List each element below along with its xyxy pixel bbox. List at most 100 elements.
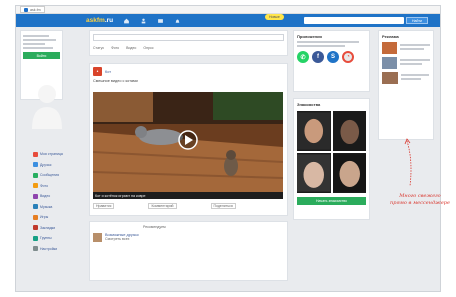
facebook-icon[interactable]: f	[312, 51, 324, 63]
notifications-icon[interactable]	[174, 18, 181, 24]
menu-item-label: Игры	[40, 215, 49, 220]
menu-item-icon	[33, 225, 38, 231]
site-favicon-icon	[24, 7, 28, 12]
menu-item-icon	[33, 246, 38, 252]
share-button[interactable]: Поделиться	[210, 203, 236, 209]
start-dating-button[interactable]: Начать знакомство	[297, 197, 366, 205]
right-column-main: Приложения ✆ f S ◔ Знакомства Начать зна…	[293, 30, 370, 220]
text-line	[23, 39, 57, 41]
brand-accent: fm	[96, 17, 105, 24]
left-menu-item[interactable]: Моя страница	[33, 149, 73, 160]
brand-suffix: .ru	[104, 17, 114, 24]
menu-item-label: Друзья	[40, 162, 52, 167]
apps-panel: Приложения ✆ f S ◔	[293, 30, 370, 92]
browser-tab-label: ask.fm	[30, 7, 41, 12]
text-line	[23, 47, 53, 49]
text-line	[23, 35, 49, 37]
composer-tab[interactable]: Фото	[111, 46, 119, 50]
faces-grid	[297, 111, 366, 193]
suggestion-item[interactable]: Возможные друзья Смотреть всех	[93, 233, 284, 242]
menu-item-label: Группы	[40, 236, 52, 241]
text-line	[23, 43, 46, 45]
menu-item-label: Сообщения	[40, 173, 59, 178]
menu-item-label: Музыка	[40, 204, 53, 209]
ad-image	[382, 42, 397, 54]
faces-panel-title: Знакомства	[297, 102, 321, 107]
join-button[interactable]: Войти	[23, 52, 60, 59]
menu-item-label: Закладки	[40, 225, 56, 230]
messages-icon[interactable]	[157, 18, 164, 24]
status-input[interactable]	[93, 34, 284, 41]
skype-icon[interactable]: S	[327, 51, 339, 63]
new-notifications-badge[interactable]: Новые	[265, 14, 284, 20]
brand-logo[interactable]: askfm.ru	[86, 17, 113, 24]
suggestion-avatar	[93, 233, 102, 242]
left-menu-item[interactable]: Видео	[33, 191, 73, 202]
menu-item-icon	[33, 183, 38, 189]
video-caption: Кот и котёнок играют на ковре	[93, 192, 283, 199]
friend-suggestions: Рекомендуем Возможные друзья Смотреть вс…	[89, 221, 288, 281]
search-input[interactable]	[304, 17, 404, 24]
left-menu-item[interactable]: Друзья	[33, 160, 73, 171]
left-menu-item[interactable]: Настройки	[33, 244, 73, 255]
like-button[interactable]: Нравится	[93, 203, 115, 209]
ad-image	[382, 57, 397, 69]
face-photo[interactable]	[297, 111, 331, 151]
whatsapp-icon[interactable]: ✆	[297, 51, 309, 63]
suggestions-title: Рекомендуем	[143, 225, 166, 229]
face-photo[interactable]	[297, 153, 331, 193]
browser-tab[interactable]: ask.fm	[20, 6, 45, 13]
ad-item[interactable]	[382, 42, 430, 54]
text-line	[297, 45, 346, 47]
left-menu-item[interactable]: Фото	[33, 181, 73, 192]
annotation-line: прямо в мессенджере	[390, 200, 450, 206]
ad-item[interactable]	[382, 72, 430, 84]
menu-item-label: Моя страница	[40, 152, 63, 157]
left-menu-item[interactable]: Игры	[33, 212, 73, 223]
ads-panel: Реклама	[378, 30, 434, 140]
browser-menu-bar: ask.fm	[16, 6, 440, 14]
annotation-line: Много свежего	[399, 193, 441, 199]
feed-post: • Кот Смешное видео с котами Кот и котён…	[89, 63, 288, 216]
friends-icon[interactable]	[140, 18, 147, 24]
menu-item-label: Видео	[40, 194, 51, 199]
comment-button[interactable]: Комментарий	[148, 203, 177, 209]
menu-item-icon	[33, 204, 38, 210]
news-feed: Статус Фото Видео Опрос • Кот Смешное ви…	[89, 30, 288, 281]
loading-icon[interactable]: ◔	[342, 51, 354, 63]
annotation-note: Много свежего прямо в мессенджере	[390, 193, 450, 207]
post-header: • Кот	[90, 64, 287, 79]
text-line	[297, 41, 360, 43]
menu-item-icon	[33, 193, 38, 199]
ad-item[interactable]	[382, 57, 430, 69]
ads-title: Реклама	[382, 34, 399, 39]
status-composer: Статус Фото Видео Опрос	[89, 30, 288, 56]
menu-item-icon	[33, 151, 38, 157]
post-author[interactable]: Кот	[105, 70, 111, 74]
video-player[interactable]	[93, 92, 283, 192]
post-actions: Нравится Комментарий Поделиться	[93, 203, 236, 209]
left-menu-item[interactable]: Сообщения	[33, 170, 73, 181]
composer-tabs: Статус Фото Видео Опрос	[93, 46, 284, 50]
ad-text	[401, 72, 429, 84]
face-photo[interactable]	[332, 153, 366, 193]
left-menu-item[interactable]: Группы	[33, 233, 73, 244]
suggestion-subtext[interactable]: Смотреть всех	[105, 237, 139, 241]
ads-column: Реклама	[378, 30, 434, 140]
face-photo[interactable]	[332, 111, 366, 151]
post-author-avatar[interactable]: •	[93, 67, 102, 76]
left-menu-item[interactable]: Музыка	[33, 202, 73, 213]
menu-item-icon	[33, 235, 38, 241]
composer-tab[interactable]: Опрос	[143, 46, 153, 50]
home-icon[interactable]	[123, 18, 130, 24]
menu-item-label: Настройки	[40, 246, 58, 251]
brand-text: ask	[86, 17, 97, 24]
post-text: Смешное видео с котами	[93, 79, 138, 83]
composer-tab[interactable]: Статус	[93, 46, 104, 50]
ad-text	[400, 42, 430, 54]
search-button[interactable]: Найти	[406, 17, 428, 24]
app-window: ask.fm askfm.ru Новые Найти Войти Моя ст…	[15, 5, 441, 292]
left-menu-item[interactable]: Закладки	[33, 223, 73, 234]
composer-tab[interactable]: Видео	[126, 46, 136, 50]
default-avatar-icon	[32, 85, 62, 129]
